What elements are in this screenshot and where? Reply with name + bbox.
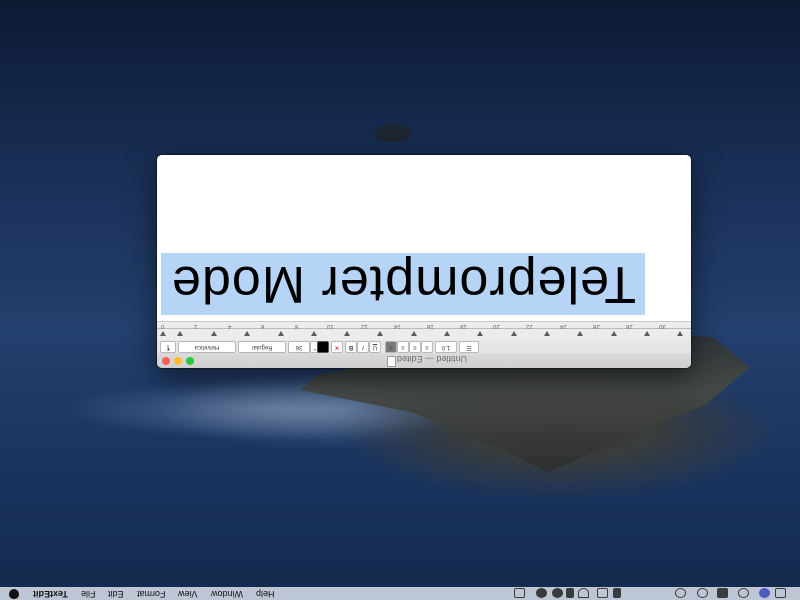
tab-stop-marker[interactable] [477,331,483,336]
menu-app-name[interactable]: TextEdit [33,589,68,599]
document-proxy-icon[interactable] [387,356,396,367]
tab-stop-marker[interactable] [444,331,450,336]
ruler-label: 20 [493,323,500,329]
text-color-well[interactable] [317,341,329,353]
tab-stop-marker[interactable] [577,331,583,336]
tab-stop-marker[interactable] [344,331,350,336]
ruler-baseline [157,328,691,329]
ruler-label: 0 [161,323,165,329]
time-machine-icon[interactable] [514,588,525,598]
apple-menu-icon[interactable] [9,588,19,599]
font-style-popup[interactable]: Regular [238,341,286,353]
italic-button[interactable]: I [357,341,369,353]
search-icon[interactable] [738,588,749,598]
ruler-label: 28 [626,323,633,329]
ruler[interactable]: 0 2 4 6 8 10 12 14 16 18 20 22 24 26 28 … [157,321,691,341]
menu-help[interactable]: Help [256,589,275,599]
tab-stop-marker[interactable] [211,331,217,336]
font-family-popup[interactable]: Helvetica [178,341,236,353]
align-left-button[interactable]: ≡ [385,341,397,353]
menu-window[interactable]: Window [211,589,243,599]
tab-stop-marker[interactable] [278,331,284,336]
paragraph-styles-button[interactable]: ¶ [160,341,176,353]
tab-stop-marker[interactable] [544,331,550,336]
selected-text-highlight[interactable]: Teleprompter Mode [161,253,645,315]
distant-rock [375,124,411,142]
volume-icon[interactable] [613,588,621,598]
menu-view[interactable]: View [178,589,197,599]
tab-stop-marker[interactable] [311,331,317,336]
menu-file[interactable]: File [81,589,96,599]
ruler-label: 6 [261,323,265,329]
document-text[interactable]: Teleprompter Mode [171,255,636,313]
ruler-label: 30 [659,323,666,329]
airplay-icon[interactable] [597,588,608,598]
siri-icon[interactable] [759,588,770,598]
ruler-label: 10 [327,323,334,329]
ruler-label: 8 [295,323,299,329]
apple-glyph-icon[interactable] [552,588,563,598]
ruler-label: 2 [194,323,198,329]
tab-stop-marker[interactable] [160,331,166,336]
tab-stop-marker[interactable] [244,331,250,336]
ruler-label: 22 [526,323,533,329]
title-bar[interactable]: Untitled — Edited [157,353,691,368]
location-icon[interactable] [536,588,547,598]
user-icon[interactable] [717,588,728,598]
font-size-field[interactable]: 36 [288,341,310,353]
align-justify-button[interactable]: ≡ [421,341,433,353]
minimize-window-button[interactable] [174,357,182,365]
tab-stop-marker[interactable] [377,331,383,336]
tab-stop-marker[interactable] [411,331,417,336]
underline-button[interactable]: U [369,341,381,353]
textedit-window: Teleprompter Mode 0 2 4 6 8 10 12 14 16 … [157,155,691,368]
tab-stop-marker[interactable] [644,331,650,336]
line-spacing-popup[interactable]: 1.0 [435,341,457,353]
ruler-label: 26 [593,323,600,329]
wifi-icon[interactable] [578,588,589,598]
notification-center-icon[interactable] [775,588,786,598]
tab-stop-marker[interactable] [177,331,183,336]
align-right-button[interactable]: ≡ [409,341,421,353]
list-bullets-popup[interactable]: ☰ [459,341,479,353]
tab-stop-marker[interactable] [611,331,617,336]
document-area[interactable]: Teleprompter Mode [157,155,691,321]
bold-button[interactable]: B [345,341,357,353]
menu-bar: TextEdit File Edit Format View Window He… [0,587,800,600]
tab-stop-marker[interactable] [511,331,517,336]
zoom-window-button[interactable] [186,357,194,365]
menu-format[interactable]: Format [137,589,166,599]
ruler-label: 24 [560,323,567,329]
tab-stop-marker[interactable] [677,331,683,336]
format-toolbar: ¶ Helvetica Regular 36 ⌃ ✕ B I U ≡ ≡ ≡ ≡… [157,340,691,354]
menu-edit[interactable]: Edit [108,589,124,599]
align-center-button[interactable]: ≡ [397,341,409,353]
sync-icon[interactable] [566,588,574,598]
ruler-label: 4 [228,323,232,329]
window-title: Untitled — Edited [397,354,468,364]
highlight-color-well[interactable]: ✕ [331,341,343,353]
ruler-label: 16 [427,323,434,329]
close-window-button[interactable] [162,357,170,365]
clock-icon[interactable] [675,588,686,598]
ruler-label: 14 [394,323,401,329]
help-icon[interactable] [697,588,708,598]
ruler-label: 18 [460,323,467,329]
ruler-label: 12 [361,323,368,329]
